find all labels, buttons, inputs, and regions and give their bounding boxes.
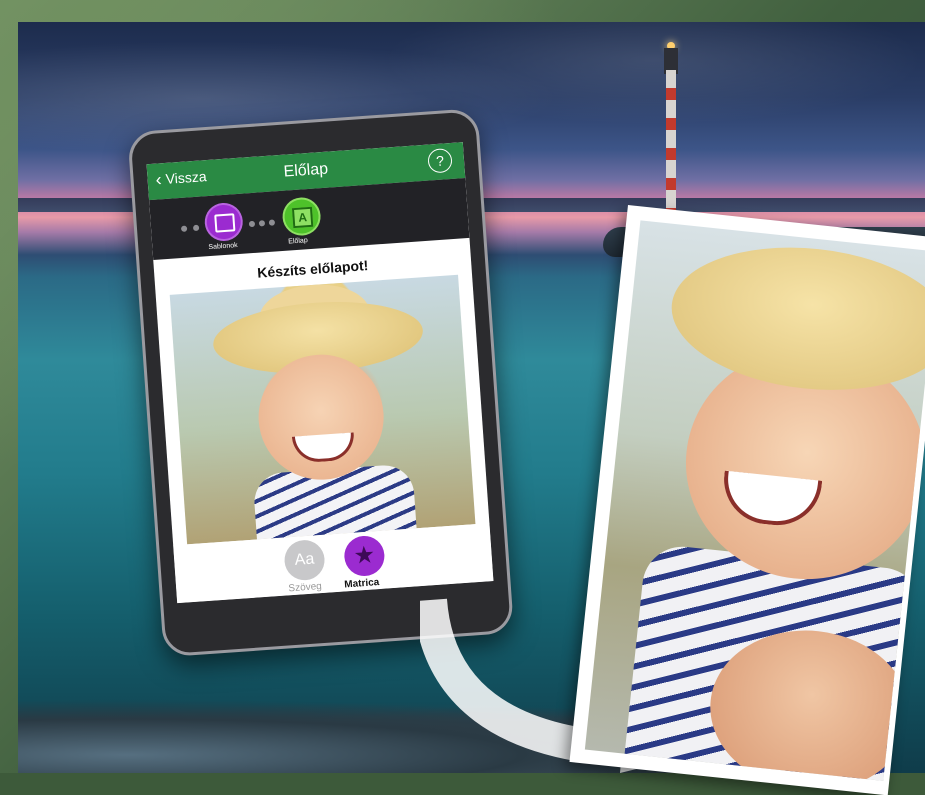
front-page-icon[interactable]: A <box>283 198 320 235</box>
lighthouse <box>666 70 676 230</box>
text-icon: Aa <box>294 550 315 569</box>
star-sticker-icon: ★ <box>352 541 377 570</box>
card-hat <box>664 234 925 404</box>
step-dot <box>192 224 200 232</box>
step-label-front: Előlap <box>288 237 308 246</box>
app-screen: ‹ Vissza Előlap ? A Sablonok Előlap Kész… <box>146 142 494 604</box>
step-label-templates: Sablonok <box>208 242 238 252</box>
tablet-device: ‹ Vissza Előlap ? A Sablonok Előlap Kész… <box>127 108 515 658</box>
step-dot <box>268 219 276 226</box>
step-dot <box>258 220 266 227</box>
template-icon[interactable] <box>205 203 242 241</box>
sticker-tool-button[interactable]: ★ <box>343 534 386 578</box>
front-page-icon-glyph: A <box>291 206 314 229</box>
step-dot <box>180 225 188 232</box>
front-photo[interactable] <box>169 274 476 545</box>
step-dot <box>248 220 256 228</box>
text-tool-button[interactable]: Aa <box>283 538 326 582</box>
sticker-tool-label: Matrica <box>343 577 380 591</box>
printed-card <box>569 205 925 795</box>
text-tool-label: Szöveg <box>288 581 323 595</box>
card-photo <box>584 220 925 781</box>
